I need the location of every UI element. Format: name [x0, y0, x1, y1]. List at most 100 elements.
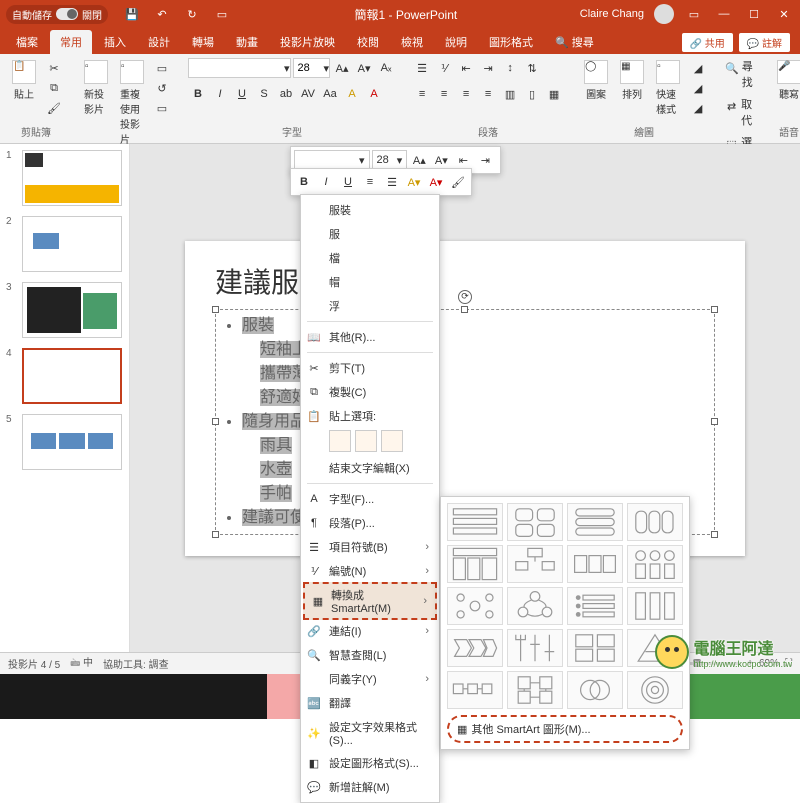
- new-slide-button[interactable]: ▫新投影片: [80, 58, 112, 118]
- mini-font-combo[interactable]: ▾: [294, 150, 370, 170]
- cut-button[interactable]: ✂: [44, 58, 64, 78]
- paste-opt-dest[interactable]: [329, 430, 351, 452]
- resize-handle[interactable]: [212, 306, 219, 313]
- start-slideshow-icon[interactable]: ▭: [212, 8, 232, 21]
- smartart-layout[interactable]: [567, 587, 623, 625]
- find-icon[interactable]: 🔍: [724, 58, 740, 78]
- smartart-layout[interactable]: [507, 503, 563, 541]
- mini-bullets[interactable]: ☰: [382, 172, 402, 192]
- language-indicator[interactable]: 🖮 中: [70, 654, 93, 673]
- shrink-font-button[interactable]: A▾: [354, 58, 374, 78]
- bold-button[interactable]: B: [188, 84, 208, 104]
- redo-icon[interactable]: ↻: [182, 8, 202, 21]
- ctx-link[interactable]: 🔗連結(I)›: [301, 619, 439, 643]
- reset-button[interactable]: ↺: [152, 78, 172, 98]
- indent-dec-button[interactable]: ⇤: [456, 58, 476, 78]
- mini-underline[interactable]: U: [338, 172, 358, 192]
- bullets-button[interactable]: ☰: [412, 58, 432, 78]
- smartart-layout[interactable]: [507, 545, 563, 583]
- ctx-sub-3[interactable]: 檔: [301, 246, 439, 270]
- thumb-slide-5[interactable]: [22, 414, 122, 470]
- ctx-translate[interactable]: 🔤翻譯: [301, 691, 439, 715]
- tab-transition[interactable]: 轉場: [182, 30, 224, 54]
- mini-grow-font[interactable]: A▴: [409, 150, 429, 170]
- ctx-sub-4[interactable]: 帽: [301, 270, 439, 294]
- rotate-handle-icon[interactable]: ⟳: [458, 290, 472, 304]
- paste-opt-source[interactable]: [355, 430, 377, 452]
- find-button[interactable]: 尋找: [742, 58, 757, 90]
- ctx-copy[interactable]: ⧉複製(C): [301, 380, 439, 404]
- shape-effects-button[interactable]: ◢: [688, 98, 708, 118]
- shadow-button[interactable]: ab: [276, 84, 296, 104]
- tab-design[interactable]: 設計: [138, 30, 180, 54]
- mini-format-painter[interactable]: 🖌: [448, 172, 468, 192]
- tab-insert[interactable]: 插入: [94, 30, 136, 54]
- line-spacing-button[interactable]: ↕: [500, 58, 520, 78]
- smartart-layout[interactable]: [447, 587, 503, 625]
- underline-button[interactable]: U: [232, 84, 252, 104]
- thumb-slide-3[interactable]: [22, 282, 122, 338]
- tab-review[interactable]: 校閱: [347, 30, 389, 54]
- spacing-button[interactable]: AV: [298, 84, 318, 104]
- ctx-smart-lookup[interactable]: 🔍智慧查閱(L): [301, 643, 439, 667]
- resize-handle[interactable]: [711, 306, 718, 313]
- replace-icon[interactable]: ⇄: [724, 96, 739, 116]
- smartart-layout[interactable]: [447, 629, 503, 667]
- mini-size-combo[interactable]: 28▾: [372, 150, 408, 170]
- thumb-slide-4[interactable]: [22, 348, 122, 404]
- paste-button[interactable]: 📋貼上: [8, 58, 40, 103]
- arrange-button[interactable]: ▦排列: [616, 58, 648, 103]
- dictate-button[interactable]: 🎤聽寫: [773, 58, 800, 103]
- share-button[interactable]: 🔗 共用: [682, 33, 733, 52]
- resize-handle[interactable]: [212, 418, 219, 425]
- reuse-slides-button[interactable]: ▫重複使用投影片: [116, 58, 148, 148]
- font-family-combo[interactable]: ▾: [188, 58, 291, 78]
- indent-inc-button[interactable]: ⇥: [478, 58, 498, 78]
- font-size-combo[interactable]: ▾: [293, 58, 331, 78]
- autosave-toggle[interactable]: 自動儲存 關閉: [6, 5, 108, 24]
- tab-slideshow[interactable]: 投影片放映: [270, 30, 345, 54]
- smartart-layout[interactable]: [507, 671, 563, 709]
- align-text-button[interactable]: ▯: [522, 84, 542, 104]
- ctx-sub-1[interactable]: 服裝: [301, 198, 439, 222]
- maximize-icon[interactable]: ☐: [744, 8, 764, 21]
- ctx-font[interactable]: A字型(F)...: [301, 487, 439, 511]
- smartart-button[interactable]: ▦: [544, 84, 564, 104]
- font-color-button[interactable]: A: [364, 84, 384, 104]
- text-direction-button[interactable]: ⇅: [522, 58, 542, 78]
- mini-font-color[interactable]: A▾: [426, 172, 446, 192]
- ctx-synonyms[interactable]: 同義字(Y)›: [301, 667, 439, 691]
- tab-home[interactable]: 常用: [50, 30, 92, 54]
- justify-button[interactable]: ≡: [478, 84, 498, 104]
- change-case-button[interactable]: Aa: [320, 84, 340, 104]
- grow-font-button[interactable]: A▴: [332, 58, 352, 78]
- section-button[interactable]: ▭: [152, 98, 172, 118]
- smartart-layout[interactable]: [447, 671, 503, 709]
- replace-button[interactable]: 取代: [741, 96, 757, 128]
- resize-handle[interactable]: [711, 418, 718, 425]
- italic-button[interactable]: I: [210, 84, 230, 104]
- ctx-cut[interactable]: ✂剪下(T): [301, 356, 439, 380]
- mini-align[interactable]: ≡: [360, 172, 380, 192]
- mini-indent-dec[interactable]: ⇤: [453, 150, 473, 170]
- shape-fill-button[interactable]: ◢: [688, 58, 708, 78]
- quick-styles-button[interactable]: ▫快速樣式: [652, 58, 684, 118]
- resize-handle[interactable]: [711, 531, 718, 538]
- mini-italic[interactable]: I: [316, 172, 336, 192]
- ctx-paragraph[interactable]: ¶段落(P)...: [301, 511, 439, 535]
- smartart-layout[interactable]: [507, 587, 563, 625]
- mini-indent-inc[interactable]: ⇥: [475, 150, 495, 170]
- highlight-button[interactable]: A: [342, 84, 362, 104]
- smartart-layout[interactable]: [567, 629, 623, 667]
- paste-opt-text[interactable]: [381, 430, 403, 452]
- smartart-more-button[interactable]: ▦其他 SmartArt 圖形(M)...: [447, 715, 683, 743]
- smartart-layout[interactable]: [567, 545, 623, 583]
- tab-help[interactable]: 說明: [435, 30, 477, 54]
- tab-shape-format[interactable]: 圖形格式: [479, 30, 543, 54]
- numbering-button[interactable]: ⅟: [434, 58, 454, 78]
- smartart-layout[interactable]: [567, 503, 623, 541]
- comments-button[interactable]: 💬 註解: [739, 33, 790, 52]
- ctx-bullets[interactable]: ☰項目符號(B)›: [301, 535, 439, 559]
- strike-button[interactable]: S: [254, 84, 274, 104]
- shapes-button[interactable]: ◯圖案: [580, 58, 612, 103]
